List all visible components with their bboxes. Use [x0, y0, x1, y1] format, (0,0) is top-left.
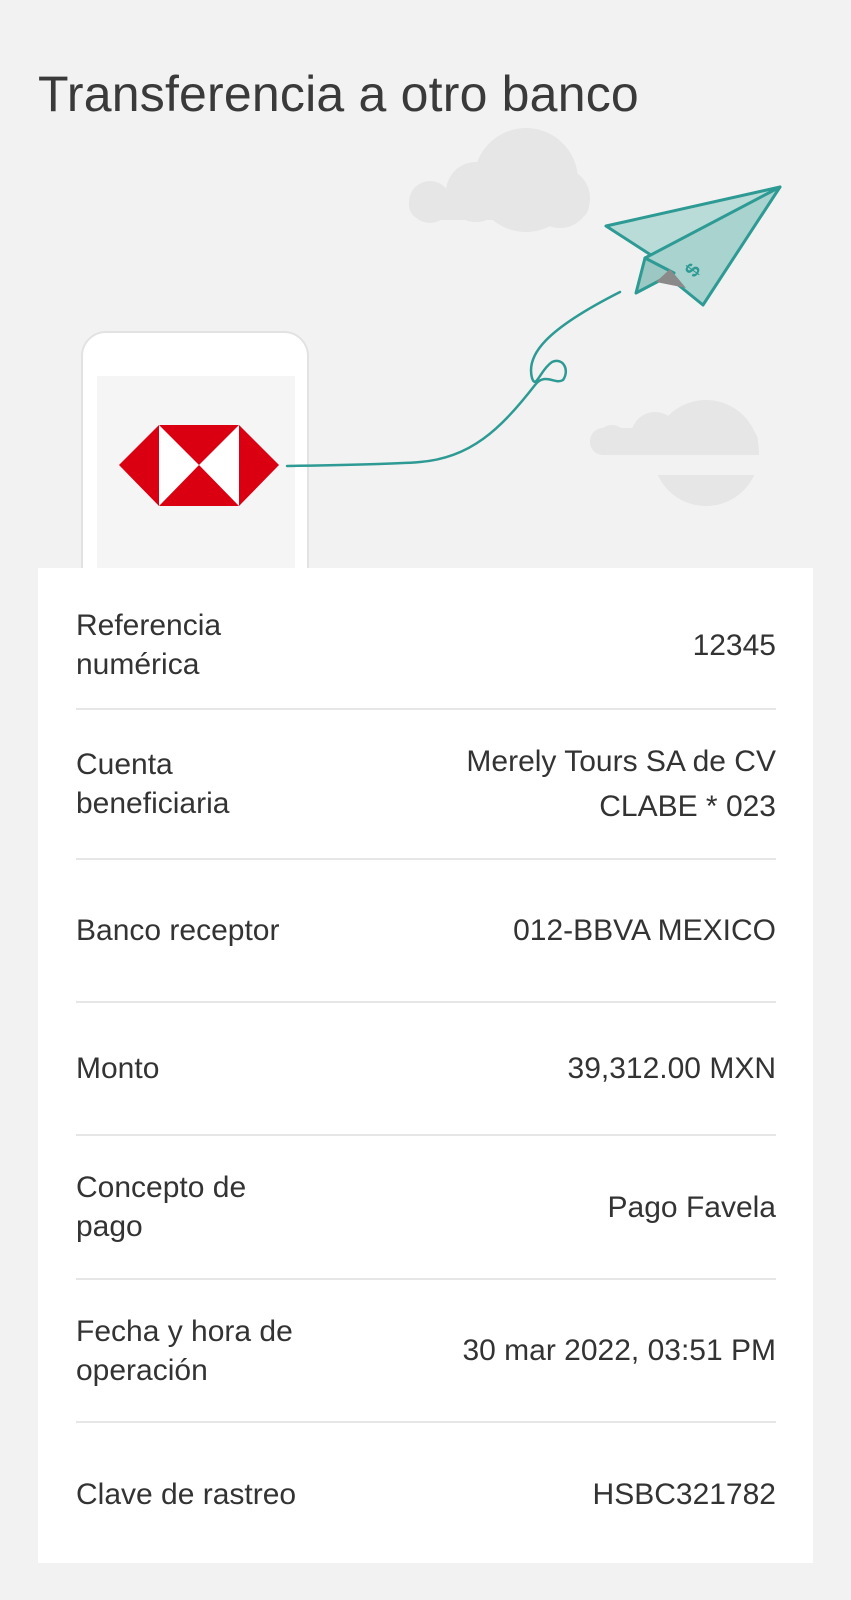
transfer-details-card: Referencia numérica 12345 Cuenta benefic… — [38, 568, 813, 1563]
beneficiary-clabe: CLABE * 023 — [599, 790, 776, 823]
beneficiary-label: Cuenta beneficiaria — [76, 748, 230, 820]
bank-value: 012-BBVA MEXICO — [513, 914, 776, 947]
tracking-label: Clave de rastreo — [76, 1478, 297, 1511]
reference-label: Referencia numérica — [76, 609, 222, 681]
beneficiary-value: Merely Tours SA de CV CLABE * 023 — [466, 739, 776, 829]
bank-label: Banco receptor — [76, 914, 280, 947]
concept-label: Concepto de pago — [76, 1171, 247, 1243]
beneficiary-name: Merely Tours SA de CV — [466, 745, 776, 778]
detail-row-beneficiary: Cuenta beneficiaria Merely Tours SA de C… — [76, 710, 776, 860]
paper-plane-icon: $ — [604, 185, 782, 307]
transfer-illustration: $ — [81, 128, 782, 570]
detail-row-tracking: Clave de rastreo HSBC321782 — [76, 1423, 776, 1566]
concept-value: Pago Favela — [607, 1190, 776, 1224]
flight-path — [285, 290, 622, 468]
datetime-label: Fecha y hora de operación — [76, 1314, 293, 1387]
cloud-icon — [590, 400, 759, 506]
tracking-value: HSBC321782 — [592, 1478, 776, 1511]
amount-value: 39,312.00 MXN — [567, 1052, 776, 1085]
detail-row-concept: Concepto de pago Pago Favela — [76, 1136, 776, 1280]
amount-label: Monto — [76, 1052, 160, 1085]
reference-value: 12345 — [692, 628, 776, 662]
detail-row-reference: Referencia numérica 12345 — [76, 582, 776, 710]
detail-row-datetime: Fecha y hora de operación 30 mar 2022, 0… — [76, 1280, 776, 1423]
detail-row-amount: Monto 39,312.00 MXN — [76, 1003, 776, 1136]
detail-row-bank: Banco receptor 012-BBVA MEXICO — [76, 860, 776, 1003]
datetime-value: 30 mar 2022, 03:51 PM — [462, 1334, 776, 1367]
cloud-icon — [409, 128, 590, 232]
